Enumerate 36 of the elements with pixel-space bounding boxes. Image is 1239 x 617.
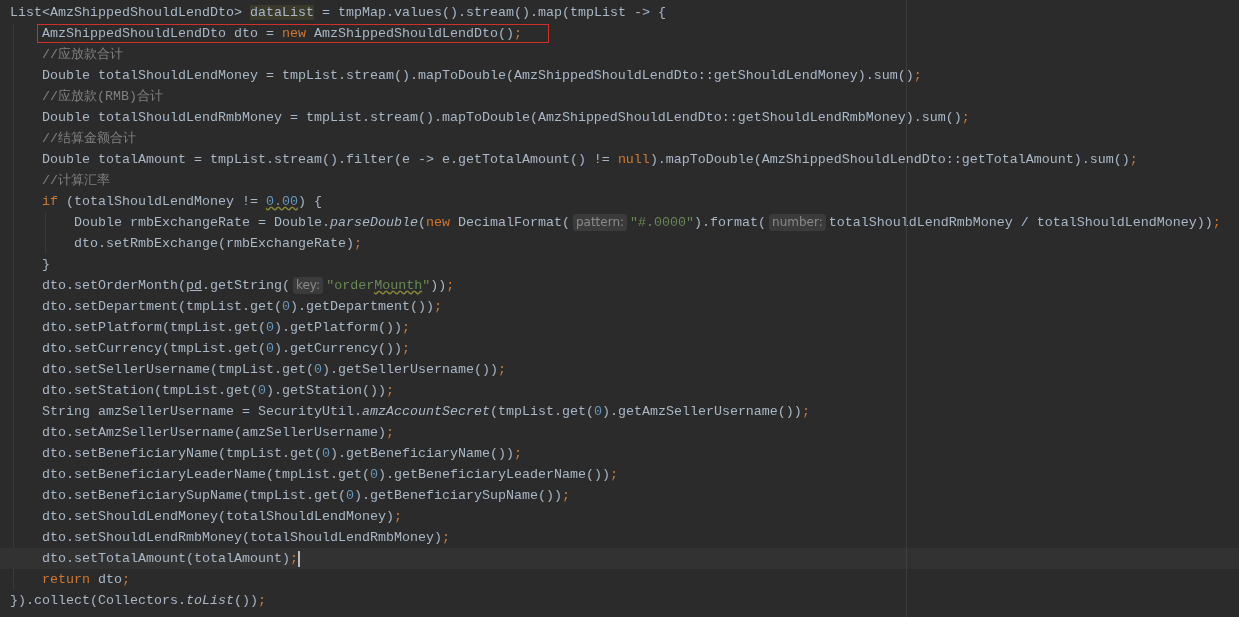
code-text: dto.setPlatform(tmpList.get(0).getPlatform()); [42, 319, 410, 337]
code-text: //应放款合计 [42, 46, 123, 64]
code-text: Double totalAmount = tmpList.stream().filter(e -> e.getTotalAmount() != null).mapToDouble(AmzShippedShouldLendDto::getTotalAmount).sum(); [42, 151, 1138, 169]
parameter-hint: key: [292, 277, 324, 294]
code-text: dto.setStation(tmpList.get(0).getStation()); [42, 382, 394, 400]
code-text: } [42, 256, 50, 274]
code-text: "#.0000").format( [630, 214, 767, 232]
code-text: dto.setShouldLendRmbMoney(totalShouldLendRmbMoney); [42, 529, 450, 547]
code-text: Double totalShouldLendRmbMoney = tmpList.stream().mapToDouble(AmzShippedShouldLendDto::getShouldLendRmbMoney).sum(); [42, 109, 970, 127]
parameter-hint: number: [769, 214, 826, 231]
code-text: }).collect(Collectors.toList()); [10, 592, 266, 610]
parameter-hint: pattern: [572, 214, 628, 231]
code-text: dto.setBeneficiaryLeaderName(tmpList.get(0).getBeneficiaryLeaderName()); [42, 466, 618, 484]
code-text: Double rmbExchangeRate = Double.parseDouble(new DecimalFormat( [74, 214, 570, 232]
code-text: dto.setRmbExchange(rmbExchangeRate); [74, 235, 362, 253]
code-text: dto.setBeneficiarySupName(tmpList.get(0).getBeneficiarySupName()); [42, 487, 570, 505]
code-text: dto.setCurrency(tmpList.get(0).getCurrency()); [42, 340, 410, 358]
code-text: List<AmzShippedShouldLendDto> dataList = tmpMap.values().stream().map(tmpList -> { [10, 4, 666, 22]
code-text: dto.setBeneficiaryName(tmpList.get(0).getBeneficiaryName()); [42, 445, 522, 463]
code-text: return dto; [42, 571, 130, 589]
code-text: dto.setAmzSellerUsername(amzSellerUsername); [42, 424, 394, 442]
code-text: "orderMounth")); [326, 277, 455, 295]
code-text: String amzSellerUsername = SecurityUtil.amzAccountSecret(tmpList.get(0).getAmzSellerUsername()); [42, 403, 810, 421]
code-text: Double totalShouldLendMoney = tmpList.stream().mapToDouble(AmzShippedShouldLendDto::getShouldLendMoney).sum(); [42, 67, 922, 85]
code-text: //计算汇率 [42, 172, 110, 190]
code-text: dto.setDepartment(tmpList.get(0).getDepartment()); [42, 298, 442, 316]
code-text: if (totalShouldLendMoney != 0.00) { [42, 193, 322, 211]
code-text: dto.setShouldLendMoney(totalShouldLendMoney); [42, 508, 402, 526]
code-text: dto.setTotalAmount(totalAmount); [42, 550, 298, 568]
text-cursor [297, 550, 300, 567]
code-text: //应放款(RMB)合计 [42, 88, 163, 106]
code-text: dto.setOrderMonth(pd.getString( [42, 277, 290, 295]
code-text: AmzShippedShouldLendDto dto = new AmzShippedShouldLendDto(); [42, 25, 522, 43]
code-text: dto.setSellerUsername(tmpList.get(0).getSellerUsername()); [42, 361, 506, 379]
code-text: totalShouldLendRmbMoney / totalShouldLendMoney)); [828, 214, 1221, 232]
code-text: //结算金额合计 [42, 130, 136, 148]
